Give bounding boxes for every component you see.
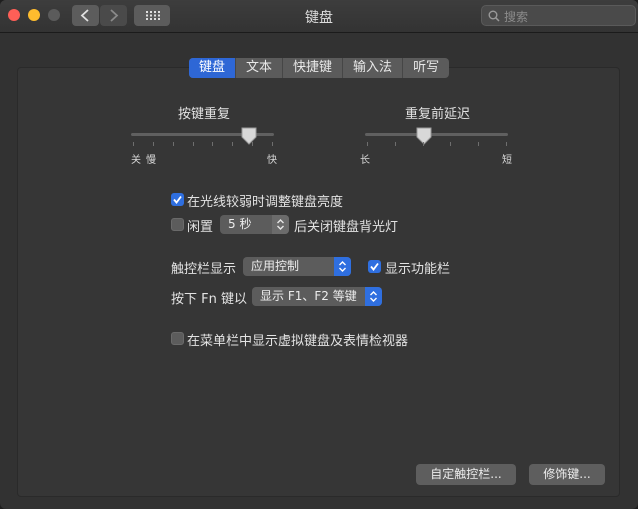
touch-bar-popup[interactable]: 应用控制 bbox=[243, 257, 351, 276]
customize-touch-bar-button[interactable]: 自定触控栏... bbox=[416, 464, 516, 485]
delay-until-repeat-label: 重复前延迟 bbox=[405, 107, 471, 122]
search-icon bbox=[488, 10, 500, 22]
tab-shortcuts[interactable]: 快捷键 bbox=[283, 58, 344, 78]
show-function-row-checkbox[interactable] bbox=[368, 260, 381, 273]
key-repeat-tick bbox=[232, 142, 233, 146]
content-panel bbox=[17, 67, 620, 497]
fn-key-popup[interactable]: 显示 F1、F2 等键 bbox=[252, 287, 382, 306]
key-repeat-tick bbox=[173, 142, 174, 146]
key-repeat-tick bbox=[272, 142, 273, 146]
tab-bar: 键盘 文本 快捷键 输入法 听写 bbox=[189, 58, 450, 78]
key-repeat-tick bbox=[153, 142, 154, 146]
checkmark-icon bbox=[173, 195, 182, 204]
keyboard-preferences-window: 键盘 键盘 文本 快捷键 输入法 听写 按键重复 关 慢 快 重复前延迟 长 短… bbox=[0, 0, 638, 509]
delay-tick bbox=[367, 142, 368, 146]
delay-long-label: 长 bbox=[360, 155, 370, 166]
title-bar: 键盘 bbox=[0, 0, 638, 33]
checkmark-icon bbox=[370, 262, 379, 271]
key-repeat-tick bbox=[252, 142, 253, 146]
adjust-brightness-checkbox[interactable] bbox=[171, 193, 184, 206]
popup-arrows bbox=[334, 257, 351, 276]
popup-arrows bbox=[365, 287, 382, 306]
adjust-brightness-label: 在光线较弱时调整键盘亮度 bbox=[187, 195, 344, 210]
up-down-chevron-icon bbox=[339, 261, 346, 272]
tab-dictation[interactable]: 听写 bbox=[403, 58, 449, 78]
idle-duration-value: 5 秒 bbox=[228, 217, 252, 231]
key-repeat-slider-thumb[interactable] bbox=[241, 127, 257, 145]
delay-short-label: 短 bbox=[502, 155, 512, 166]
idle-backlight-checkbox[interactable] bbox=[171, 218, 184, 231]
idle-backlight-label-before: 闲置 bbox=[187, 220, 214, 235]
key-repeat-tick bbox=[133, 142, 134, 146]
show-viewers-label: 在菜单栏中显示虚拟键盘及表情检视器 bbox=[187, 334, 409, 349]
key-repeat-slow-label: 慢 bbox=[146, 155, 156, 166]
tab-input-sources[interactable]: 输入法 bbox=[343, 58, 404, 78]
key-repeat-tick bbox=[193, 142, 194, 146]
key-repeat-fast-label: 快 bbox=[267, 155, 277, 166]
delay-tick bbox=[450, 142, 451, 146]
key-repeat-label: 按键重复 bbox=[178, 107, 231, 122]
search-field[interactable] bbox=[481, 5, 636, 26]
touch-bar-label: 触控栏显示 bbox=[171, 262, 237, 277]
up-down-chevron-icon bbox=[370, 291, 377, 302]
touch-bar-value: 应用控制 bbox=[251, 259, 300, 273]
stepper-arrows bbox=[272, 215, 289, 234]
idle-duration-popup[interactable]: 5 秒 bbox=[220, 215, 289, 234]
key-repeat-off-label: 关 bbox=[131, 155, 141, 166]
fn-key-label: 按下 Fn 键以 bbox=[171, 292, 247, 307]
delay-until-repeat-slider[interactable] bbox=[365, 133, 508, 136]
tab-keyboard[interactable]: 键盘 bbox=[189, 58, 237, 78]
fn-key-value: 显示 F1、F2 等键 bbox=[260, 289, 357, 303]
show-viewers-checkbox[interactable] bbox=[171, 332, 184, 345]
modifier-keys-button[interactable]: 修饰键... bbox=[529, 464, 605, 485]
delay-tick bbox=[423, 142, 424, 146]
up-down-chevron-icon bbox=[277, 219, 284, 230]
delay-tick bbox=[478, 142, 479, 146]
delay-tick bbox=[506, 142, 507, 146]
delay-tick bbox=[395, 142, 396, 146]
delay-until-repeat-slider-thumb[interactable] bbox=[416, 127, 432, 145]
key-repeat-tick bbox=[212, 142, 213, 146]
search-input[interactable] bbox=[502, 7, 631, 26]
tab-text[interactable]: 文本 bbox=[236, 58, 284, 78]
idle-backlight-label-after: 后关闭键盘背光灯 bbox=[294, 220, 399, 235]
show-function-row-label: 显示功能栏 bbox=[385, 262, 451, 277]
